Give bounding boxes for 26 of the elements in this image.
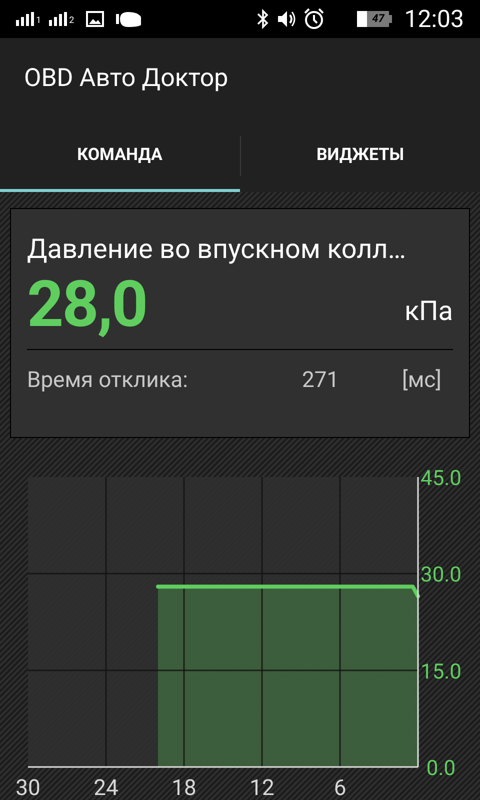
image-icon	[86, 11, 104, 27]
x-tick-label: 12	[250, 776, 274, 800]
response-value: 271	[302, 367, 340, 395]
sensor-value: 28,0	[27, 267, 147, 343]
clock-time: 12:03	[404, 7, 464, 31]
x-tick-label: 30	[16, 776, 40, 800]
alarm-icon	[303, 8, 326, 30]
signal-icon	[49, 12, 68, 26]
response-label: Время отклика:	[27, 367, 189, 395]
x-tick-label: 6	[334, 776, 346, 800]
response-unit: [мс]	[402, 367, 442, 395]
app-title: OBD Авто Доктор	[24, 63, 228, 96]
x-tick-label: 24	[94, 776, 118, 800]
sensor-title: Давление во впускном колл…	[27, 232, 407, 267]
bluetooth-icon	[257, 9, 270, 29]
sensor-unit: кПа	[404, 294, 453, 328]
tab[interactable]: ВИДЖЕТЫ	[240, 120, 480, 192]
x-tick-label: 18	[172, 776, 196, 800]
y-tick-label: 0.0	[426, 757, 456, 781]
y-tick-label: 15.0	[420, 660, 462, 684]
y-tick-label: 30.0	[420, 564, 462, 588]
sim-number: 2	[69, 17, 74, 26]
y-tick-label: 45.0	[420, 467, 462, 491]
signal-icon	[16, 12, 34, 26]
sim-number: 1	[36, 17, 42, 26]
speaker-icon	[277, 9, 298, 29]
